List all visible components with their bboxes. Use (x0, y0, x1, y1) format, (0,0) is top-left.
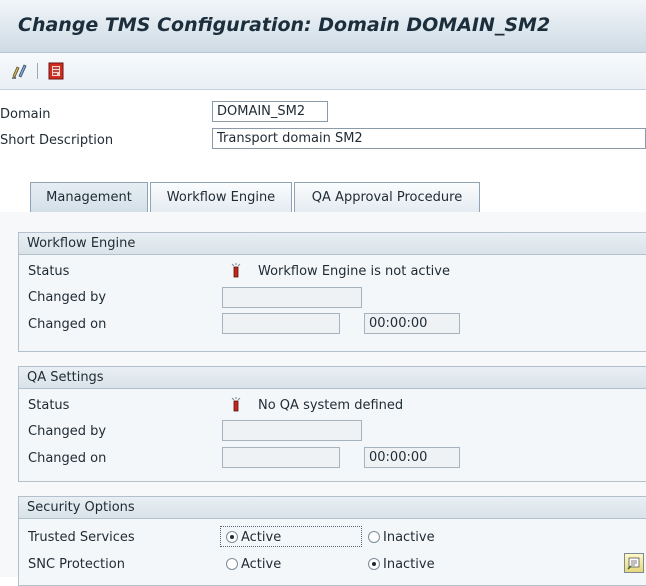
qa-settings-group-title: QA Settings (19, 367, 646, 389)
qa-changed-by-field (222, 420, 362, 441)
trusted-services-label: Trusted Services (28, 530, 135, 545)
snc-protection-active-label[interactable]: Active (241, 557, 281, 572)
workflow-status-text: Workflow Engine is not active (258, 264, 450, 279)
qa-status-label: Status (28, 398, 70, 413)
snc-protection-inactive-radio[interactable] (368, 558, 380, 570)
red-light-icon (228, 262, 244, 278)
workflow-changed-on-time-field: 00:00:00 (364, 313, 460, 334)
short-description-field[interactable]: Transport domain SM2 (212, 128, 646, 149)
workflow-changed-by-field (222, 287, 362, 308)
qa-changed-by-label: Changed by (28, 424, 107, 439)
qa-status-text: No QA system defined (258, 398, 404, 413)
toolbar-separator (37, 63, 38, 79)
snc-protection-active-radio[interactable] (226, 558, 238, 570)
workflow-engine-group-title: Workflow Engine (19, 233, 646, 255)
workflow-status-label: Status (28, 264, 70, 279)
help-icon (627, 557, 640, 570)
trusted-services-inactive-radio[interactable] (368, 531, 380, 543)
snc-protection-inactive-label[interactable]: Inactive (383, 557, 435, 572)
title-bar: Change TMS Configuration: Domain DOMAIN_… (0, 0, 646, 53)
domain-field[interactable]: DOMAIN_SM2 (212, 101, 328, 122)
qa-changed-on-time-field: 00:00:00 (364, 447, 460, 468)
workflow-changed-by-label: Changed by (28, 290, 107, 305)
workflow-changed-on-date-field (222, 313, 340, 334)
tab-workflow-engine[interactable]: Workflow Engine (150, 182, 292, 212)
help-button[interactable] (624, 553, 644, 573)
qa-changed-on-date-field (222, 447, 340, 468)
tab-management[interactable]: Management (30, 182, 148, 212)
trusted-services-active-label[interactable]: Active (241, 530, 281, 545)
security-options-group-title: Security Options (19, 497, 646, 519)
domain-label: Domain (0, 107, 51, 122)
display-change-icon[interactable] (10, 61, 30, 81)
trusted-services-active-radio[interactable] (226, 531, 238, 543)
tab-qa-approval-procedure[interactable]: QA Approval Procedure (294, 182, 480, 212)
workflow-changed-on-label: Changed on (28, 317, 107, 332)
snc-protection-label: SNC Protection (28, 557, 125, 572)
red-light-icon (228, 396, 244, 412)
application-toolbar (0, 53, 646, 90)
trusted-services-inactive-label[interactable]: Inactive (383, 530, 435, 545)
red-document-icon[interactable] (46, 61, 66, 81)
qa-changed-on-label: Changed on (28, 451, 107, 466)
short-description-label: Short Description (0, 133, 114, 148)
page-title: Change TMS Configuration: Domain DOMAIN_… (18, 14, 551, 36)
